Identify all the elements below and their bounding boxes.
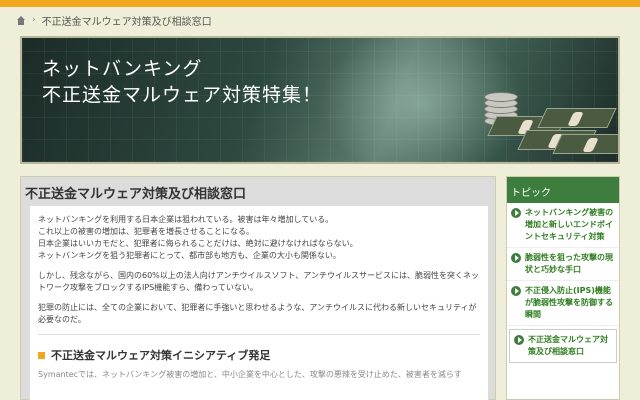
page-title: 不正送金マルウェア対策及び相談窓口 (25, 187, 247, 202)
breadcrumb-separator-icon: › (32, 15, 36, 25)
arrow-right-icon (511, 286, 521, 296)
arrow-right-icon (511, 253, 521, 263)
arrow-right-icon (514, 335, 524, 345)
square-bullet-icon (38, 351, 45, 359)
main-panel: 不正送金マルウェア対策及び相談窓口 ネットバンキングを利用する日本企業は狙われて… (20, 176, 496, 400)
hero-banner: ネットバンキング 不正送金マルウェア対策特集！ (20, 36, 620, 164)
intro-paragraph: ネットバンキングを利用する日本企業は狙われている。被害は年々増加している。 これ… (38, 215, 358, 260)
body-paragraph: しかし、残念ながら、国内の60%以上の法人向けアンチウイルスソフト、アンチウイル… (38, 271, 479, 292)
banner-line-1: ネットバンキング (42, 58, 203, 80)
sidebar-item-vulnerability[interactable]: 脆弱性を狙った攻撃の現状と巧妙な手口 (507, 248, 619, 281)
sidebar-item-endpoint[interactable]: ネットバンキング被害の増加と新しいエンドポイントセキュリティ対策 (507, 203, 619, 248)
breadcrumb-current: 不正送金マルウェア対策及び相談窓口 (41, 16, 212, 28)
home-icon[interactable] (16, 15, 26, 25)
section-heading: 不正送金マルウェア対策イニシアティブ発足 (38, 347, 480, 363)
arrow-right-icon (511, 208, 521, 218)
breadcrumb: › 不正送金マルウェア対策及び相談窓口 (16, 12, 212, 28)
body-paragraph: 犯罪の防止には、全ての企業において、犯罪者に手強いと思わせるような、アンチウイル… (38, 303, 477, 324)
top-accent-bar (0, 0, 640, 7)
section-text: Symantecでは、ネットバンキング被害の増加と、中小企業を中心とした、攻撃の… (38, 370, 462, 379)
divider (38, 334, 480, 335)
topics-sidebar: トピック ネットバンキング被害の増加と新しいエンドポイントセキュリティ対策 脆弱… (506, 176, 620, 400)
sidebar-item-current[interactable]: 不正送金マルウェア対策及び相談窓口 (509, 329, 617, 363)
sidebar-title: トピック (507, 177, 619, 203)
banner-line-2: 不正送金マルウェア対策特集！ (42, 84, 323, 106)
sidebar-item-ips[interactable]: 不正侵入防止(IPS)機能が脆弱性攻撃を防御する瞬間 (507, 281, 619, 326)
article-body: ネットバンキングを利用する日本企業は狙われている。被害は年々増加している。 これ… (29, 205, 489, 400)
